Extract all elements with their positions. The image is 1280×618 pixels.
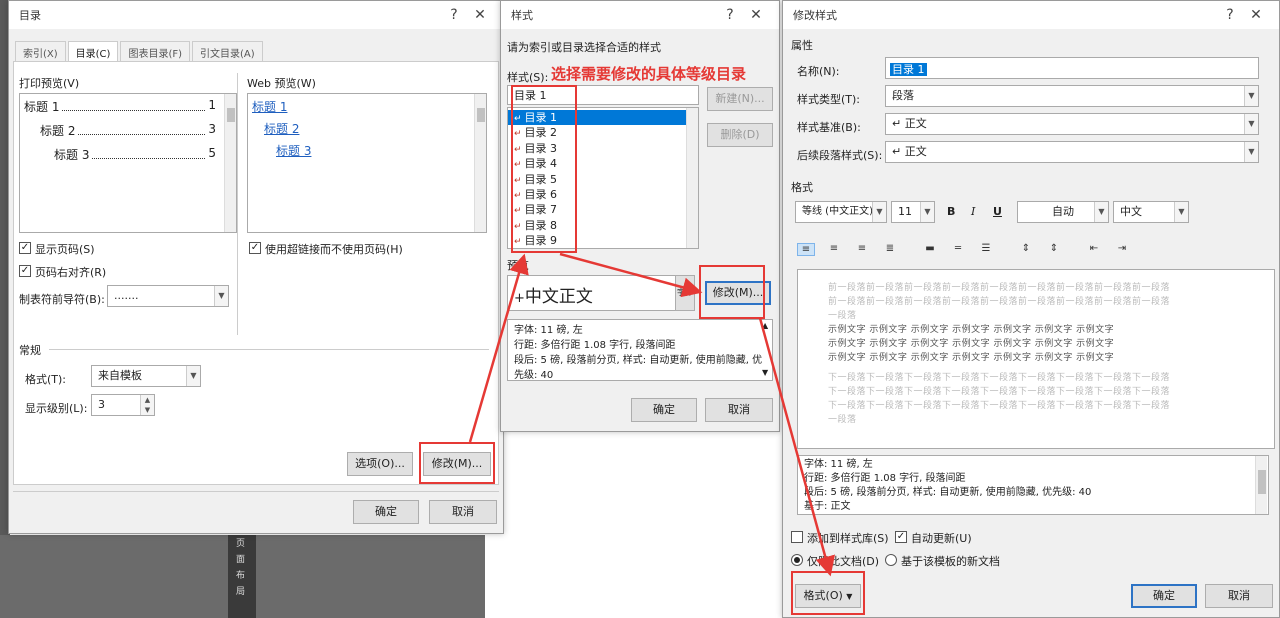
annotation-arrow [559,252,703,298]
annotation-arrow [758,317,836,577]
annotation-arrow [468,253,529,443]
annotation-arrows [468,252,836,577]
